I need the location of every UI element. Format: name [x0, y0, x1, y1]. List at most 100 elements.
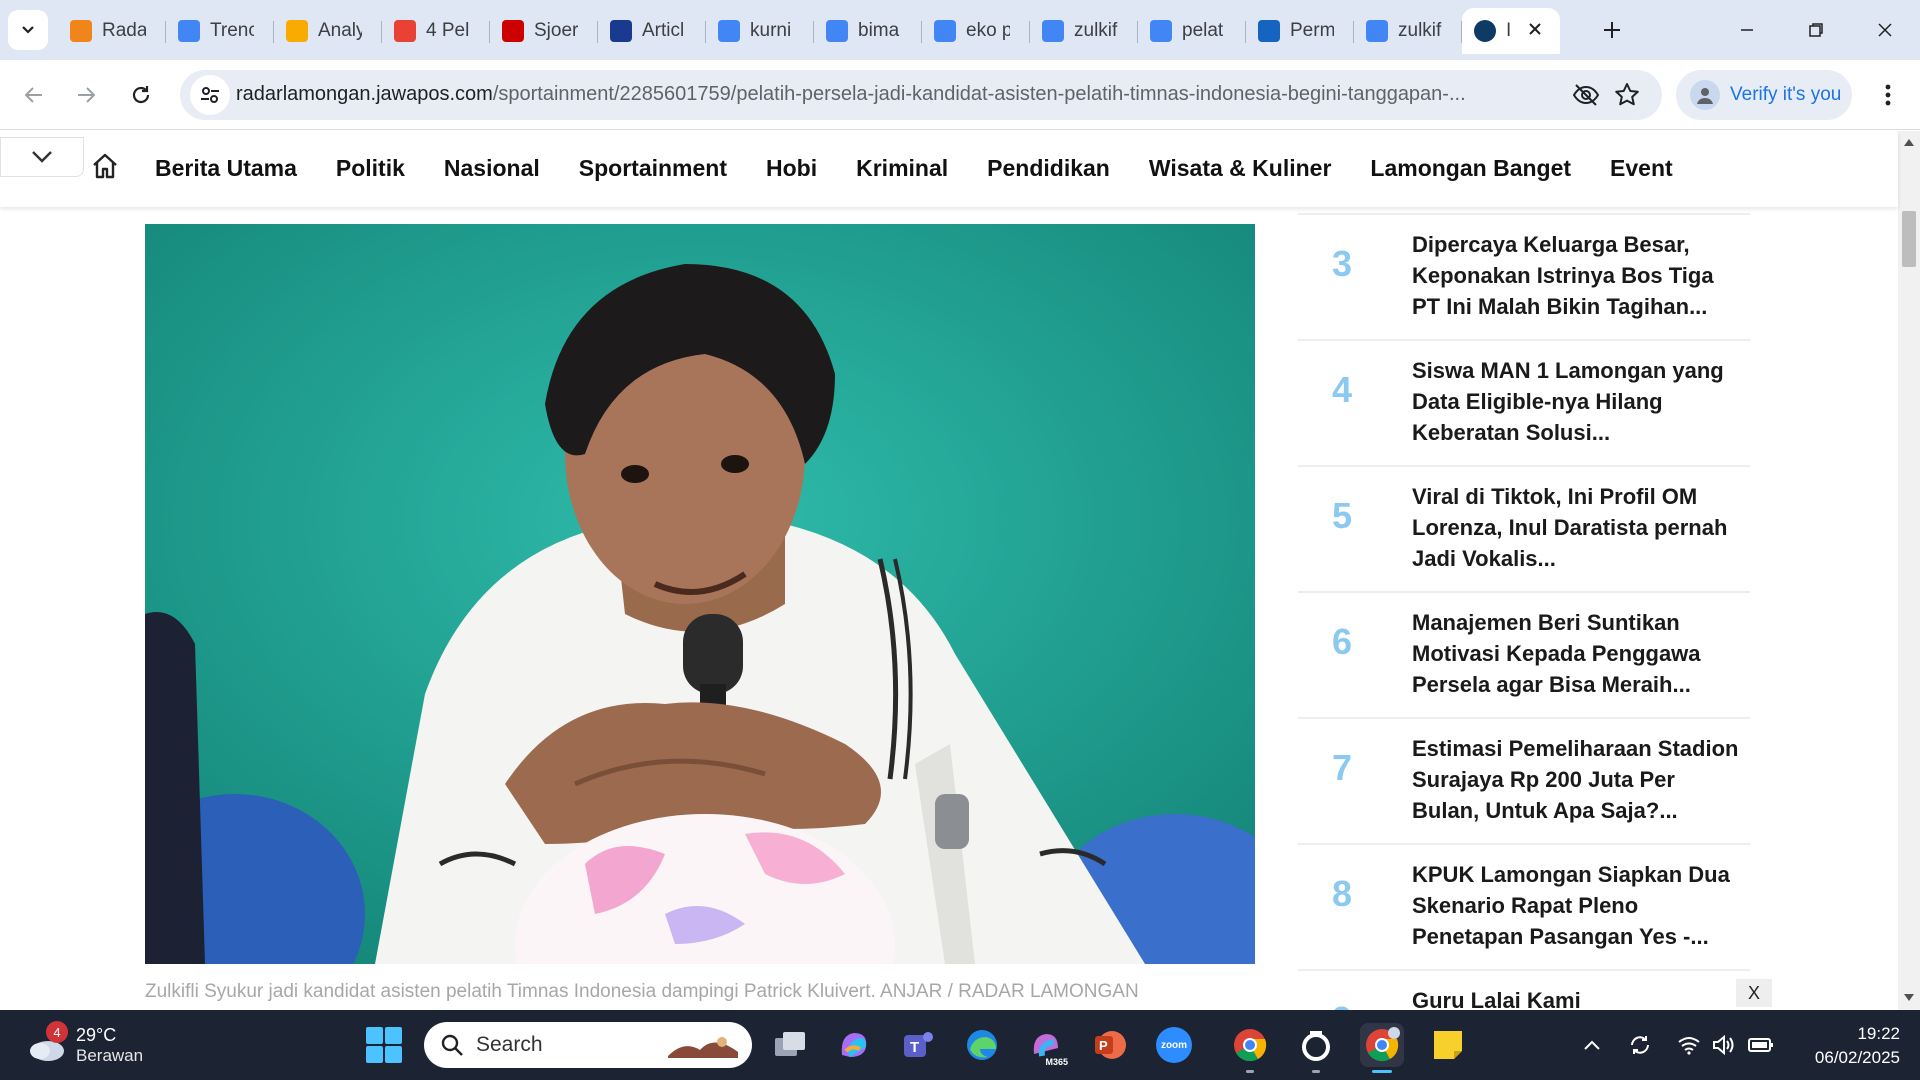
tab-label: Perm	[1290, 20, 1334, 41]
scroll-down-icon[interactable]	[1903, 993, 1915, 1003]
popular-news-item[interactable]: 6 Manajemen Beri Suntikan Motivasi Kepada…	[1298, 591, 1750, 717]
chevron-down-icon	[32, 151, 52, 163]
tab[interactable]: zulkif	[1354, 8, 1462, 54]
back-button[interactable]	[14, 75, 54, 115]
windows-logo-tile	[366, 1027, 383, 1044]
coach-photo-illustration	[145, 224, 1255, 964]
home-icon[interactable]	[90, 151, 120, 181]
ring-icon	[1302, 1031, 1330, 1061]
nav-item[interactable]: Kriminal	[856, 155, 948, 182]
windows-logo-tile	[366, 1046, 383, 1063]
scroll-up-icon[interactable]	[1903, 137, 1915, 147]
news-title-link[interactable]: Manajemen Beri Suntikan Motivasi Kepada …	[1412, 607, 1742, 700]
tab-active[interactable]: I	[1462, 8, 1560, 54]
news-rank: 3	[1331, 243, 1353, 284]
news-title-link[interactable]: Siswa MAN 1 Lamongan yang Data Eligible-…	[1412, 355, 1742, 448]
sticky-notes-app[interactable]	[1426, 1023, 1470, 1067]
page-scrollbar[interactable]	[1898, 131, 1920, 1010]
tab-label: Articl	[642, 20, 685, 41]
reload-button[interactable]	[121, 75, 161, 115]
popular-news-item[interactable]: 7 Estimasi Pemeliharaan Stadion Surajaya …	[1298, 717, 1750, 843]
tab-search-button[interactable]	[8, 10, 48, 50]
tab[interactable]: bima	[814, 8, 922, 54]
popular-news-item[interactable]: 3 Dipercaya Keluarga Besar, Keponakan Ist…	[1298, 213, 1750, 339]
web-page: Berita Utama Politik Nasional Sportainment H…	[0, 131, 1920, 1010]
tab[interactable]: Rada	[58, 8, 166, 54]
tab[interactable]: 4 Pel	[382, 8, 490, 54]
jp-icon	[1258, 20, 1280, 42]
m365-app[interactable]: M365	[1024, 1023, 1068, 1067]
popular-news-item[interactable]: 5 Viral di Tiktok, Ini Profil OM Lorenza,…	[1298, 465, 1750, 591]
restore-button[interactable]	[1794, 8, 1838, 52]
minimize-button[interactable]	[1725, 8, 1769, 52]
cnn-icon	[502, 20, 524, 42]
volume-button[interactable]	[1710, 1032, 1736, 1058]
tab[interactable]: Analy	[274, 8, 382, 54]
tab[interactable]: Trenc	[166, 8, 274, 54]
nav-item[interactable]: Lamongan Banget	[1370, 155, 1571, 182]
news-title-link[interactable]: Guru Lalai Kami	[1412, 985, 1742, 1010]
ad-close-button[interactable]: X	[1736, 979, 1772, 1007]
popular-news-item[interactable]: 9 Guru Lalai Kami	[1298, 969, 1750, 1010]
news-title-link[interactable]: KPUK Lamongan Siapkan Dua Skenario Rapat…	[1412, 859, 1742, 952]
svg-text:T: T	[910, 1039, 919, 1056]
tab[interactable]: zulkif	[1030, 8, 1138, 54]
verify-label: Verify it's you	[1730, 84, 1842, 105]
site-info-button[interactable]	[190, 75, 230, 115]
bookmark-button[interactable]	[1612, 80, 1642, 110]
verify-profile-button[interactable]: Verify it's you	[1676, 70, 1852, 120]
sync-tray-button[interactable]	[1627, 1032, 1653, 1058]
nav-item[interactable]: Pendidikan	[987, 155, 1110, 182]
powerpoint-app[interactable]: P	[1088, 1023, 1132, 1067]
url-text[interactable]: radarlamongan.jawapos.com/sportainment/2…	[236, 83, 1556, 106]
browser-menu-button[interactable]	[1868, 75, 1908, 115]
nav-item[interactable]: Event	[1610, 155, 1673, 182]
tab[interactable]: Sjoer	[490, 8, 598, 54]
system-clock[interactable]: 19:22 06/02/2025	[1796, 1022, 1900, 1070]
chrome-profile-app[interactable]	[1360, 1023, 1404, 1073]
nav-item[interactable]: Berita Utama	[155, 155, 297, 182]
close-window-button[interactable]	[1863, 8, 1907, 52]
teams-app[interactable]: T	[896, 1023, 940, 1067]
nav-item[interactable]: Hobi	[766, 155, 817, 182]
tab-label: Sjoer	[534, 20, 578, 41]
task-view-button[interactable]	[768, 1023, 812, 1067]
tab[interactable]: eko p	[922, 8, 1030, 54]
tab[interactable]: Perm	[1246, 8, 1354, 54]
popular-news-item[interactable]: 8 KPUK Lamongan Siapkan Dua Skenario Rapa…	[1298, 843, 1750, 969]
tab[interactable]: pelat	[1138, 8, 1246, 54]
edge-app[interactable]	[960, 1023, 1004, 1067]
chrome-app[interactable]	[1228, 1023, 1272, 1073]
nav-item[interactable]: Wisata & Kuliner	[1149, 155, 1332, 182]
scroll-thumb[interactable]	[1902, 211, 1916, 267]
wifi-button[interactable]	[1676, 1032, 1702, 1058]
close-tab-icon[interactable]	[1528, 20, 1542, 42]
tab-label: zulkif	[1398, 20, 1442, 41]
google-icon	[718, 20, 740, 42]
news-title-link[interactable]: Estimasi Pemeliharaan Stadion Surajaya R…	[1412, 733, 1742, 826]
forward-button[interactable]	[66, 75, 106, 115]
zoom-app[interactable]: zoom	[1152, 1023, 1196, 1067]
show-hidden-icons-button[interactable]	[1579, 1032, 1605, 1058]
new-tab-button[interactable]	[1594, 12, 1630, 48]
tab[interactable]: kurni	[706, 8, 814, 54]
start-button[interactable]	[366, 1027, 402, 1063]
news-title-link[interactable]: Dipercaya Keluarga Besar, Keponakan Istr…	[1412, 229, 1742, 322]
copilot-app[interactable]	[832, 1023, 876, 1067]
nav-item[interactable]: Sportainment	[579, 155, 727, 182]
battery-button[interactable]	[1748, 1032, 1774, 1058]
tracking-protection-button[interactable]	[1571, 80, 1601, 110]
nav-item[interactable]: Politik	[336, 155, 405, 182]
chrome-icon	[1234, 1029, 1267, 1062]
news-title-link[interactable]: Viral di Tiktok, Ini Profil OM Lorenza, …	[1412, 481, 1742, 574]
weather-widget[interactable]: 4 29°C Berawan	[26, 1020, 143, 1070]
taskbar-search[interactable]: Search	[424, 1022, 752, 1068]
chevron-up-icon	[1584, 1040, 1600, 1050]
nav-item[interactable]: Nasional	[444, 155, 540, 182]
address-bar[interactable]: radarlamongan.jawapos.com/sportainment/2…	[180, 70, 1662, 120]
popular-news-item[interactable]: 4 Siswa MAN 1 Lamongan yang Data Eligible…	[1298, 339, 1750, 465]
ring-app[interactable]	[1294, 1023, 1338, 1073]
nav-collapse-button[interactable]	[0, 137, 84, 177]
tab[interactable]: Articl	[598, 8, 706, 54]
ro-icon	[610, 20, 632, 42]
